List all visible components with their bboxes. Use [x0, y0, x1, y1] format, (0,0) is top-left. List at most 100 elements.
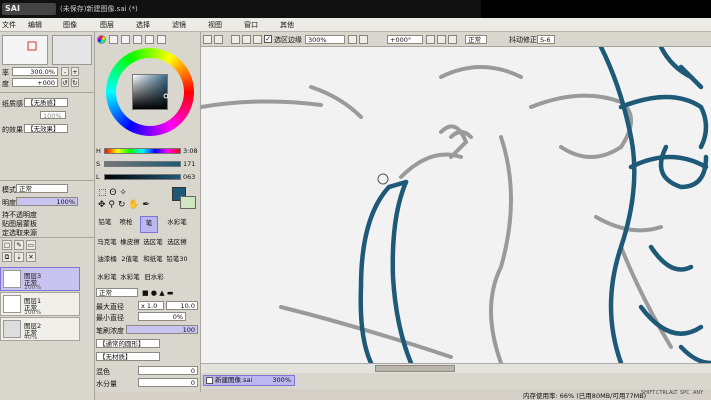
brush-shape-select[interactable]: 【通常的圆形】 — [96, 339, 160, 348]
tool-brush[interactable]: 笔 — [140, 216, 158, 233]
tool-watercolor-3[interactable]: 水彩笔 — [119, 271, 141, 288]
canvas-angle-select[interactable]: +000° — [387, 35, 423, 44]
menu-select[interactable]: 选择 — [136, 20, 150, 30]
stabilizer-label: 抖动修正 — [509, 36, 537, 44]
tool-bucket[interactable]: 油漆桶 — [96, 253, 118, 270]
navigator-zoom-field[interactable]: 300.0% — [12, 67, 58, 76]
tool-watercolor[interactable]: 水彩笔 — [164, 216, 190, 233]
rect-select-icon[interactable]: ⬚ — [98, 188, 107, 198]
tool-old-watercolor[interactable]: 旧水彩 — [142, 271, 166, 288]
tip-square-icon[interactable]: ■ — [142, 289, 149, 297]
menu-view[interactable]: 视图 — [208, 20, 222, 30]
tool-binary-pen[interactable]: 2值笔 — [119, 253, 141, 270]
menu-file[interactable]: 文件 — [2, 20, 16, 30]
tool-eraser[interactable]: 橡皮擦 — [119, 236, 141, 253]
scrollbar-thumb[interactable] — [375, 365, 455, 372]
tip-flat-icon[interactable]: ▬ — [167, 289, 174, 297]
saturation-value-square[interactable] — [132, 74, 169, 110]
tool-washi-pen[interactable]: 和纸笔 — [142, 253, 164, 270]
zoom-in-button[interactable]: + — [71, 67, 79, 76]
canvas-zoom-select[interactable]: 300% — [305, 35, 345, 44]
lightness-slider[interactable] — [104, 174, 181, 180]
new-layer-icon[interactable]: □ — [2, 240, 12, 250]
swatch-tab-icon[interactable] — [133, 35, 142, 44]
menu-other[interactable]: 其他 — [280, 20, 294, 30]
color-wheel-tab-icon[interactable] — [97, 35, 106, 44]
water-slider[interactable]: 0 — [138, 378, 198, 387]
background-color-swatch[interactable] — [180, 196, 196, 209]
lasso-icon[interactable]: ʘ — [109, 188, 116, 198]
menu-edit[interactable]: 编辑 — [28, 20, 42, 30]
opacity-slider[interactable]: 100% — [16, 197, 78, 206]
menu-filter[interactable]: 滤镜 — [172, 20, 186, 30]
eyedropper-icon[interactable]: ✒ — [142, 200, 150, 210]
zoom-out-button[interactable]: - — [61, 67, 69, 76]
effect-select[interactable]: 【无效果】 — [24, 124, 68, 133]
magic-wand-icon[interactable]: ✧ — [119, 188, 127, 198]
rotate-cw-icon[interactable] — [437, 35, 446, 44]
saturation-slider[interactable] — [104, 161, 181, 167]
scratchpad-tab-icon[interactable] — [145, 35, 154, 44]
paper-texture-select[interactable]: 【无质感】 — [24, 98, 68, 107]
fill-icon[interactable] — [253, 35, 262, 44]
tip-round-icon[interactable]: ● — [151, 289, 157, 297]
tool-pencil30[interactable]: 铅笔30 — [165, 253, 189, 270]
paper-texture-strength[interactable]: 100% — [40, 111, 66, 119]
blend-slider[interactable]: 0 — [138, 366, 198, 375]
brush-texture-select[interactable]: 【无材质】 — [96, 352, 160, 361]
hsv-slider-tab-icon[interactable] — [121, 35, 130, 44]
zoom-icon[interactable]: ⚲ — [108, 200, 115, 210]
zoom-in-icon[interactable] — [359, 35, 368, 44]
blend-mode-select[interactable]: 正常 — [16, 184, 68, 193]
tool-airbrush[interactable]: 喷枪 — [117, 216, 135, 233]
clear-icon[interactable] — [242, 35, 251, 44]
max-size-multiplier[interactable]: x 1.0 — [138, 301, 164, 310]
tool-select-eraser[interactable]: 选区擦 — [165, 236, 189, 253]
hand-icon[interactable]: ✋ — [128, 200, 139, 210]
navigator-thumbnail[interactable] — [2, 35, 48, 65]
canvas-mode-select[interactable]: 正常 — [465, 35, 487, 44]
document-tab[interactable]: 新建图像.sai 300% — [203, 375, 295, 386]
deselect-icon[interactable] — [203, 35, 212, 44]
tool-select-pen[interactable]: 选区笔 — [142, 236, 164, 253]
layer-item[interactable]: 图层1 正常 100% — [0, 292, 80, 316]
brush-mode-select[interactable]: 正常 — [96, 288, 138, 297]
navigator-angle-field[interactable]: +000 — [12, 78, 58, 87]
rotate-ccw-icon[interactable] — [426, 35, 435, 44]
layer-item[interactable]: 图层2 正常 40% — [0, 317, 80, 341]
reset-rotation-icon[interactable] — [448, 35, 457, 44]
rotate-right-button[interactable]: ↻ — [71, 78, 79, 87]
view-tool-icons: ✥ ⚲ ↻ ✋ ✒ — [98, 200, 150, 210]
move-icon[interactable]: ✥ — [98, 200, 106, 210]
hue-slider[interactable] — [104, 148, 181, 154]
copy-layer-icon[interactable]: ⧉ — [2, 252, 12, 262]
mixer-tab-icon[interactable] — [157, 35, 166, 44]
drawing-canvas[interactable] — [201, 47, 711, 363]
stabilizer-select[interactable]: S-6 — [537, 35, 555, 44]
layer-item[interactable]: 图层3 正常 100% — [0, 267, 80, 291]
new-folder-icon[interactable]: ▭ — [26, 240, 36, 250]
tool-pencil[interactable]: 铅笔 — [96, 216, 114, 233]
density-slider[interactable]: 100 — [126, 325, 198, 334]
menu-window[interactable]: 窗口 — [244, 20, 258, 30]
rotate-left-button[interactable]: ↺ — [61, 78, 69, 87]
zoom-out-icon[interactable] — [348, 35, 357, 44]
tool-marker[interactable]: 马克笔 — [96, 236, 118, 253]
delete-layer-icon[interactable]: ✕ — [26, 252, 36, 262]
menu-bar: 文件 编辑 图像 图层 选择 滤镜 视图 窗口 其他 — [0, 18, 711, 32]
max-size-value[interactable]: 10.0 — [166, 301, 198, 310]
merge-layer-icon[interactable]: ⇣ — [14, 252, 24, 262]
tool-watercolor-2[interactable]: 水彩笔 — [96, 271, 118, 288]
min-size-value[interactable]: 0% — [138, 312, 186, 321]
tip-dome-icon[interactable]: ▲ — [159, 289, 164, 297]
menu-image[interactable]: 图像 — [63, 20, 77, 30]
antialias-checkbox[interactable]: ✓ — [264, 35, 272, 43]
invert-selection-icon[interactable] — [214, 35, 223, 44]
new-linework-layer-icon[interactable]: ✎ — [14, 240, 24, 250]
select-all-icon[interactable] — [231, 35, 240, 44]
rgb-slider-tab-icon[interactable] — [109, 35, 118, 44]
menu-layer[interactable]: 图层 — [100, 20, 114, 30]
rotate-icon[interactable]: ↻ — [118, 200, 126, 210]
horizontal-scrollbar[interactable] — [201, 363, 711, 373]
color-wheel[interactable] — [106, 48, 194, 136]
